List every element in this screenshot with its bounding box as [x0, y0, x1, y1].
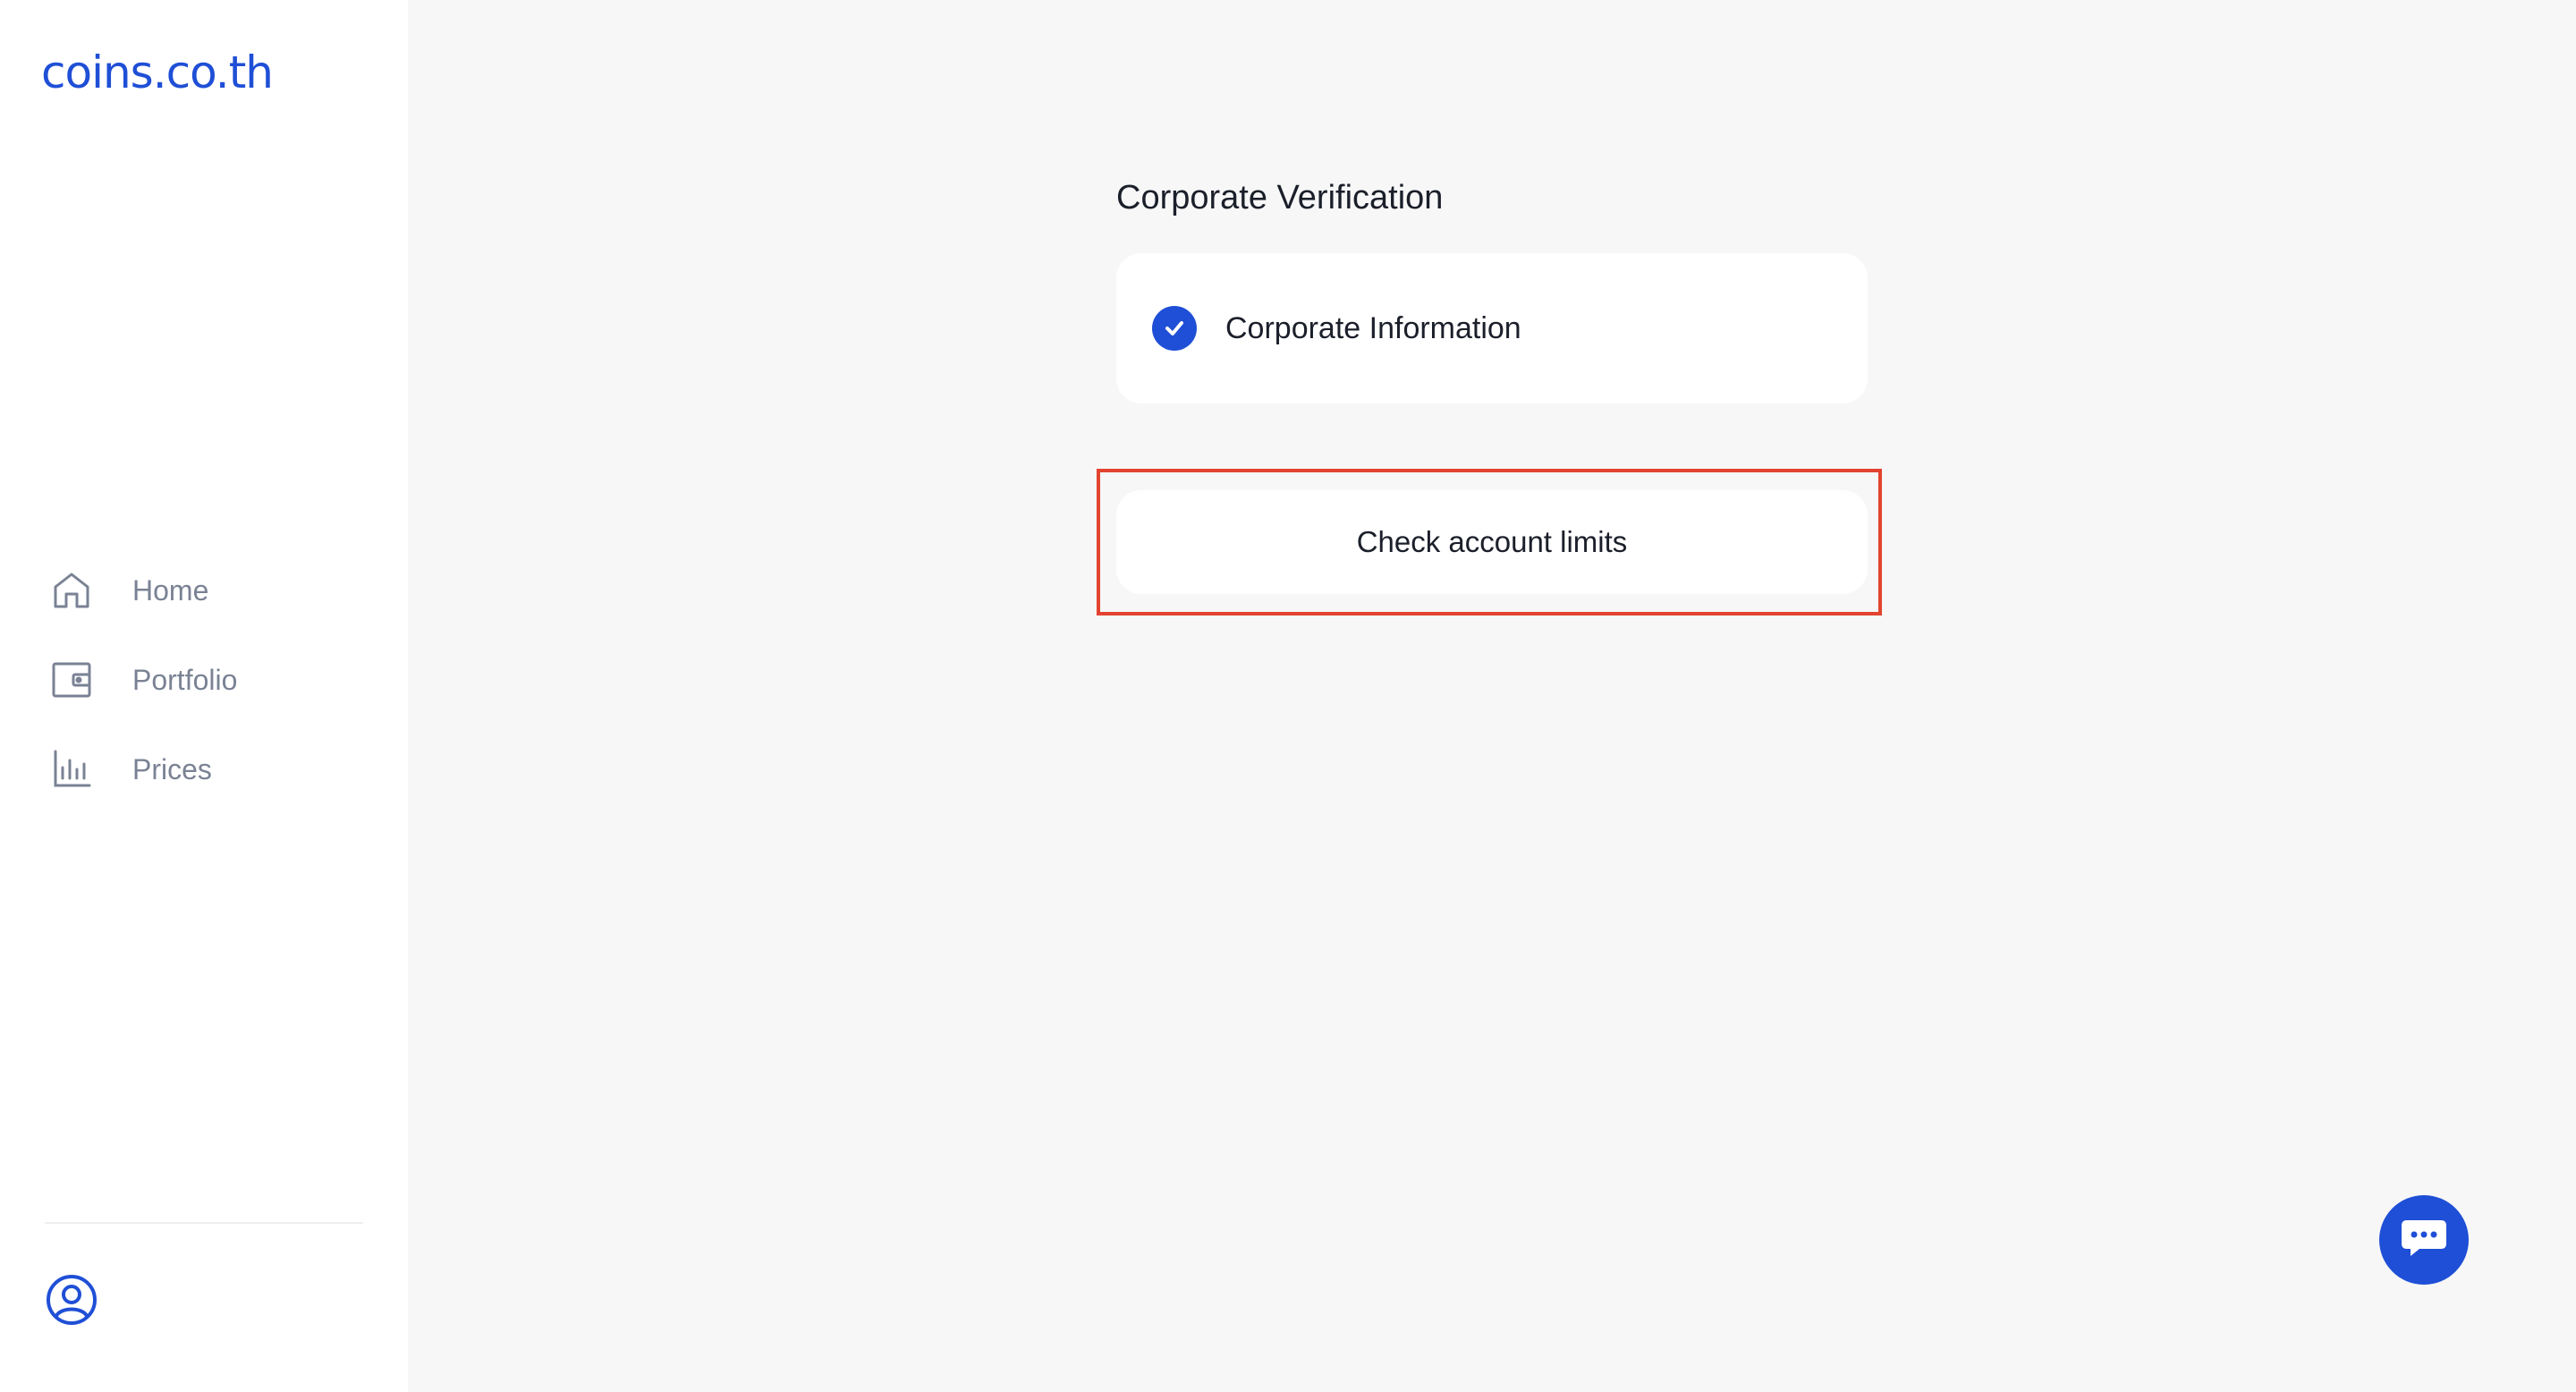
- check-account-limits-button[interactable]: Check account limits: [1116, 490, 1868, 594]
- bar-chart-icon: [50, 748, 93, 791]
- step-card-corporate-information[interactable]: Corporate Information: [1116, 253, 1868, 403]
- chat-button[interactable]: [2379, 1195, 2469, 1285]
- sidebar-item-label: Home: [132, 573, 209, 607]
- page-title: Corporate Verification: [1116, 179, 1444, 216]
- sidebar-divider: [45, 1222, 363, 1224]
- check-circle-icon: [1152, 306, 1197, 351]
- sidebar-item-label: Portfolio: [132, 663, 238, 696]
- user-circle-icon[interactable]: [45, 1273, 98, 1327]
- sidebar-item-label: Prices: [132, 752, 212, 785]
- brand-logo[interactable]: coins.co.th: [41, 47, 274, 98]
- sidebar-item-prices[interactable]: Prices: [50, 743, 372, 796]
- step-label: Corporate Information: [1225, 310, 1521, 345]
- main-content: Corporate Verification Corporate Informa…: [408, 0, 2576, 1392]
- sidebar: coins.co.th Home Portfolio Prices: [0, 0, 408, 1392]
- wallet-icon: [50, 658, 93, 701]
- sidebar-item-portfolio[interactable]: Portfolio: [50, 653, 372, 707]
- home-icon: [50, 569, 93, 612]
- sidebar-item-home[interactable]: Home: [50, 564, 372, 617]
- chat-bubble-icon: [2400, 1217, 2448, 1264]
